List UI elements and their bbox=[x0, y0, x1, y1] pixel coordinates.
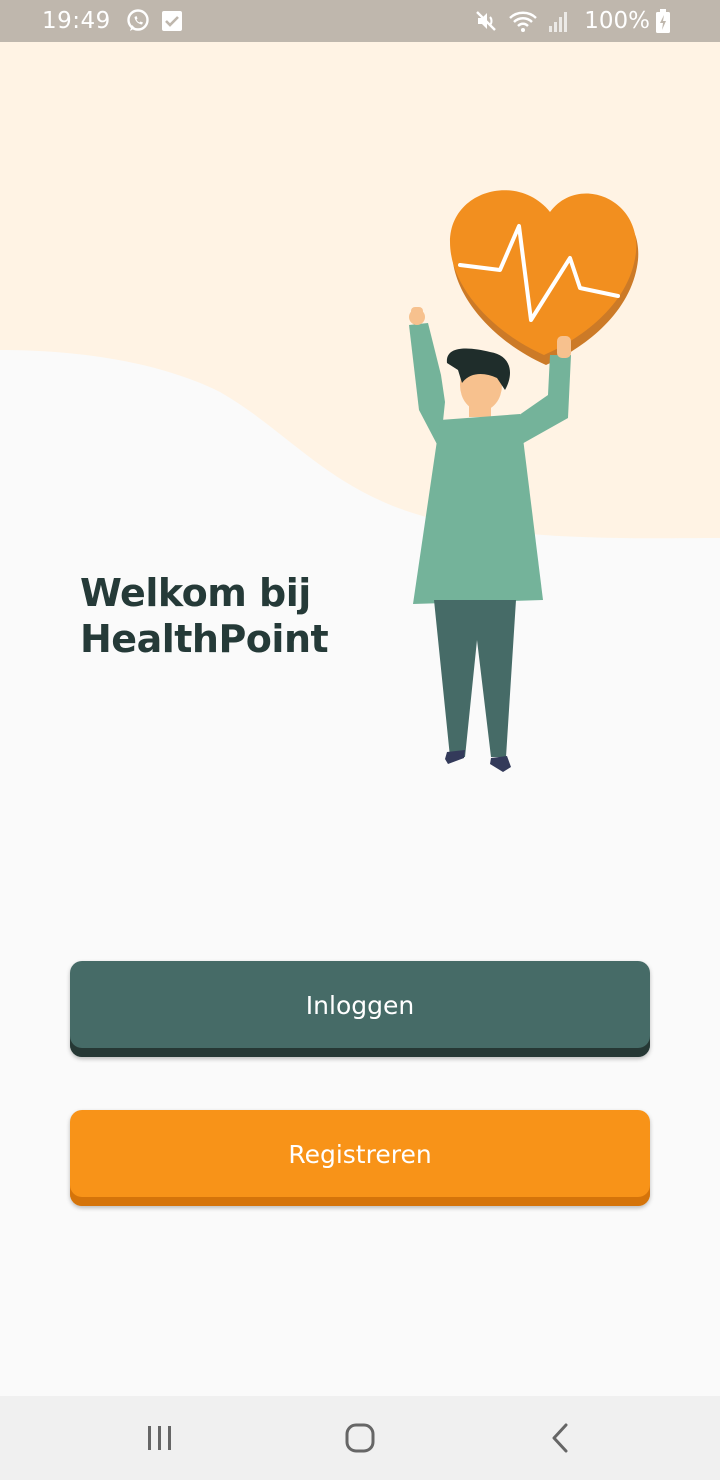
home-icon bbox=[345, 1423, 375, 1453]
welcome-title-line1: Welkom bij bbox=[80, 571, 311, 615]
signal-icon bbox=[548, 9, 570, 33]
whatsapp-icon bbox=[125, 8, 151, 34]
status-time: 19:49 bbox=[42, 8, 111, 34]
battery-charging-icon bbox=[656, 9, 670, 33]
recent-apps-icon bbox=[148, 1426, 171, 1450]
status-right: 100% bbox=[474, 8, 680, 34]
login-button[interactable]: Inloggen bbox=[70, 961, 650, 1057]
navigation-bar bbox=[0, 1396, 720, 1480]
welcome-title: Welkom bij HealthPoint bbox=[80, 570, 400, 662]
status-bar: 19:49 100% bbox=[0, 0, 720, 42]
heart-icon bbox=[450, 190, 639, 365]
welcome-screen: 19:49 100% Welkom bij HealthPoint Inlogg… bbox=[0, 0, 720, 1480]
back-icon bbox=[552, 1423, 568, 1453]
wifi-icon bbox=[508, 9, 538, 33]
battery-percentage: 100% bbox=[584, 8, 650, 34]
status-left: 19:49 bbox=[42, 8, 193, 34]
welcome-title-line2: HealthPoint bbox=[80, 617, 329, 661]
person-holding-heart-illustration bbox=[409, 190, 639, 772]
recent-apps-button[interactable] bbox=[120, 1408, 200, 1468]
back-button[interactable] bbox=[520, 1408, 600, 1468]
register-button[interactable]: Registreren bbox=[70, 1110, 650, 1206]
checkbox-notification-icon bbox=[161, 10, 183, 32]
mute-icon bbox=[474, 9, 498, 33]
home-button[interactable] bbox=[320, 1408, 400, 1468]
